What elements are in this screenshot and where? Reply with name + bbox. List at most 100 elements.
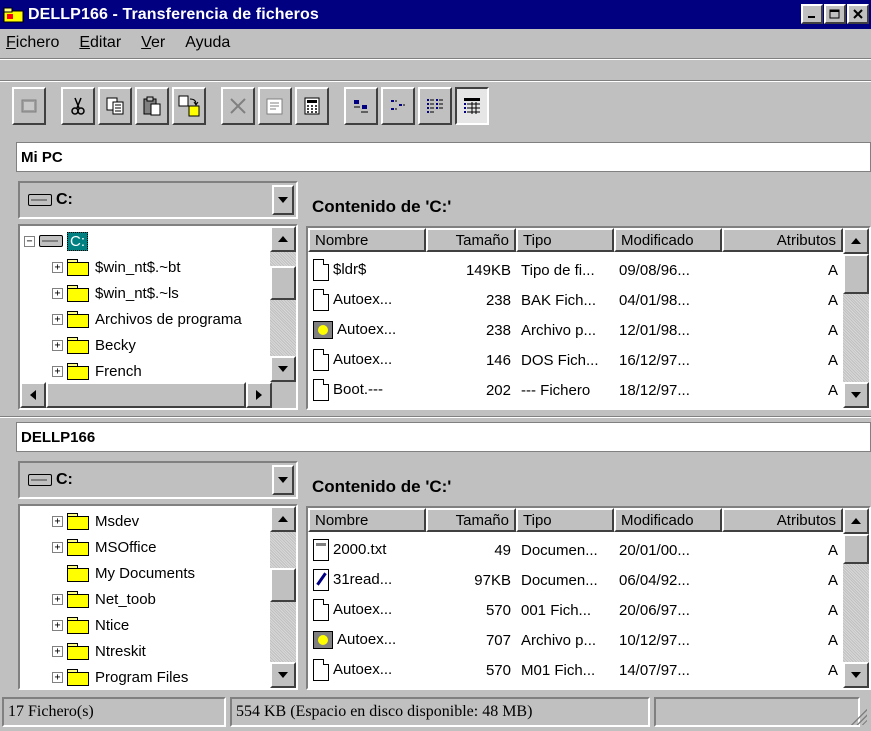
title-bar[interactable]: DELLP166 - Transferencia de ficheros [0,0,871,29]
scroll-down-button[interactable] [270,356,296,382]
app-icon[interactable] [3,7,25,23]
tree-item[interactable]: + Becky [52,332,136,358]
calculator-button[interactable] [295,87,329,125]
column-header-name[interactable]: Nombre [308,508,426,532]
local-tree-hscroll[interactable] [20,382,296,408]
scroll-thumb[interactable] [270,568,296,602]
expand-icon[interactable]: + [52,287,63,299]
column-header-attributes[interactable]: Atributos [722,228,843,252]
program-icon [313,321,333,340]
close-button[interactable] [847,4,869,24]
local-folder-tree[interactable]: − C: + $win_nt$.~bt + $win_nt$.~ls + Arc… [18,224,298,410]
list-item[interactable]: Boot.--- 202 --- Fichero 18/12/97... A [308,376,843,404]
large-icons-button[interactable] [344,87,378,125]
chevron-up-icon [851,238,861,244]
scroll-down-button[interactable] [843,382,869,408]
tree-item[interactable]: + Archivos de programa [52,306,242,332]
transfer-icon [178,95,200,117]
tree-item[interactable]: + $win_nt$.~ls [52,280,179,306]
list-item[interactable]: 2000.txt 49 Documen... 20/01/00... A [308,536,843,564]
column-header-size[interactable]: Tamaño [426,508,516,532]
column-header-attributes[interactable]: Atributos [722,508,843,532]
list-item[interactable]: Autoex... 707 Archivo p... 10/12/97... A [308,626,843,654]
remote-tree-vscroll[interactable] [270,506,296,688]
disconnect-button[interactable] [12,87,46,125]
remote-drive-dropdown-button[interactable] [272,465,294,495]
list-item[interactable]: Autoex... 570 M01 Fich... 14/07/97... A [308,656,843,684]
tree-item[interactable]: − C: [24,228,88,254]
list-item[interactable]: Autoex... 570 001 Fich... 20/06/97... A [308,596,843,624]
scroll-up-button[interactable] [270,506,296,532]
remote-folder-tree[interactable]: + Msdev + MSOffice My Documents + Net_to… [18,504,298,690]
paste-icon [143,96,161,116]
list-item[interactable]: 31read... 97KB Documen... 06/04/92... A [308,566,843,594]
tree-item[interactable]: + $win_nt$.~bt [52,254,180,280]
tree-item[interactable]: + Msdev [52,508,139,534]
properties-button[interactable] [258,87,292,125]
maximize-button[interactable] [824,4,846,24]
expand-icon[interactable]: + [52,541,63,553]
resize-grip-icon[interactable] [849,707,867,725]
expand-icon[interactable]: + [52,261,63,273]
local-drive-dropdown-button[interactable] [272,185,294,215]
column-header-type[interactable]: Tipo [516,508,614,532]
expand-icon[interactable]: + [52,365,63,377]
menu-fichero[interactable]: Fichero [4,34,61,52]
remote-drive-select[interactable]: C: [18,461,298,499]
expand-icon[interactable]: + [52,313,63,325]
remote-list-vscroll[interactable] [843,508,869,688]
expand-icon[interactable]: + [52,619,63,631]
column-header-type[interactable]: Tipo [516,228,614,252]
scroll-up-button[interactable] [843,508,869,534]
expand-icon[interactable]: + [52,339,63,351]
pane-splitter[interactable] [0,416,871,418]
small-icons-button[interactable] [381,87,415,125]
expand-icon[interactable]: + [52,593,63,605]
menu-editar[interactable]: Editar [77,34,123,52]
local-tree-vscroll[interactable] [270,226,296,382]
list-view-button[interactable] [418,87,452,125]
scroll-right-button[interactable] [246,382,272,408]
tree-item[interactable]: My Documents [52,560,195,586]
scroll-thumb[interactable] [46,382,246,408]
minimize-button[interactable] [801,4,823,24]
tree-item[interactable]: + Ntreskit [52,638,146,664]
scroll-left-button[interactable] [20,382,46,408]
menu-ver[interactable]: Ver [139,34,167,52]
expand-icon[interactable]: + [52,671,63,683]
scroll-thumb[interactable] [843,254,869,294]
collapse-icon[interactable]: − [24,235,35,247]
paste-button[interactable] [135,87,169,125]
scroll-thumb[interactable] [843,534,869,564]
column-header-modified[interactable]: Modificado [614,228,722,252]
copy-button[interactable] [98,87,132,125]
scroll-thumb[interactable] [270,266,296,300]
expand-icon[interactable]: + [52,515,63,527]
scroll-down-button[interactable] [270,662,296,688]
details-view-button[interactable] [455,87,489,125]
list-item[interactable]: Autoex... 146 DOS Fich... 16/12/97... A [308,346,843,374]
column-header-size[interactable]: Tamaño [426,228,516,252]
column-header-modified[interactable]: Modificado [614,508,722,532]
tree-item[interactable]: + Program Files [52,664,188,688]
scroll-down-button[interactable] [843,662,869,688]
expand-icon[interactable]: + [52,645,63,657]
local-list-vscroll[interactable] [843,228,869,408]
column-header-name[interactable]: Nombre [308,228,426,252]
list-item[interactable]: Autoex... 238 BAK Fich... 04/01/98... A [308,286,843,314]
transfer-button[interactable] [172,87,206,125]
tree-item[interactable]: + Ntice [52,612,129,638]
tree-item[interactable]: + French [52,358,142,384]
scroll-up-button[interactable] [270,226,296,252]
tree-item[interactable]: + Net_toob [52,586,156,612]
scroll-up-button[interactable] [843,228,869,254]
local-file-list[interactable]: Nombre Tamaño Tipo Modificado Atributos … [306,226,871,410]
delete-button[interactable] [221,87,255,125]
menu-ayuda[interactable]: Ayuda [183,34,232,52]
cut-button[interactable] [61,87,95,125]
local-drive-select[interactable]: C: [18,181,298,219]
list-item[interactable]: Autoex... 238 Archivo p... 12/01/98... A [308,316,843,344]
tree-item[interactable]: + MSOffice [52,534,156,560]
remote-file-list[interactable]: Nombre Tamaño Tipo Modificado Atributos … [306,506,871,690]
list-item[interactable]: $ldr$ 149KB Tipo de fi... 09/08/96... A [308,256,843,284]
